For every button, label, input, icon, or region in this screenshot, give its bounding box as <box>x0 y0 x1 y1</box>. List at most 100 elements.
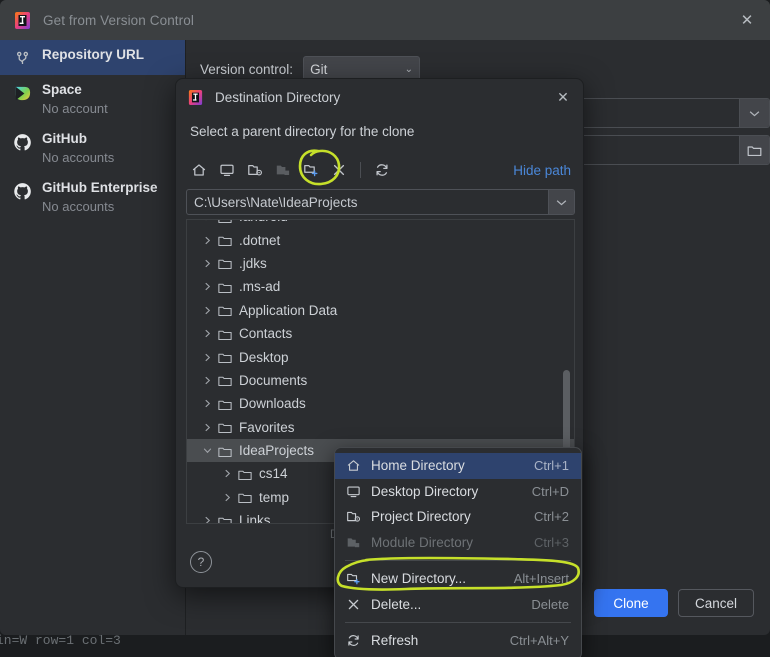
chevron-right-icon[interactable] <box>201 327 214 340</box>
menu-item-desktop-directory[interactable]: Desktop Directory Ctrl+D <box>335 479 581 505</box>
menu-item-home-directory[interactable]: Home Directory Ctrl+1 <box>335 453 581 479</box>
sidebar-item-label: Space <box>42 82 82 97</box>
cancel-button[interactable]: Cancel <box>677 589 754 617</box>
chevron-right-icon[interactable] <box>201 220 214 223</box>
refresh-icon[interactable] <box>369 157 395 183</box>
sidebar-item-github-enterprise[interactable]: GitHub Enterprise No accounts <box>0 173 185 222</box>
path-input[interactable]: C:\Users\Nate\IdeaProjects <box>186 189 575 215</box>
sidebar-item-github[interactable]: GitHub No accounts <box>0 124 185 173</box>
menu-separator <box>345 622 571 623</box>
folder-icon <box>218 374 232 387</box>
tree-row[interactable]: .jdks <box>187 252 574 275</box>
help-button[interactable]: ? <box>190 551 212 573</box>
chevron-down-icon[interactable] <box>739 99 769 127</box>
menu-item-delete[interactable]: Delete... Delete <box>335 592 581 618</box>
tree-row[interactable]: Documents <box>187 369 574 392</box>
folder-icon <box>218 445 232 457</box>
close-icon[interactable]: ✕ <box>555 89 571 105</box>
tree-row[interactable]: Application Data <box>187 299 574 322</box>
folder-icon <box>218 257 232 270</box>
clone-button[interactable]: Clone <box>593 589 668 617</box>
refresh-icon <box>345 633 361 649</box>
new-directory-icon[interactable] <box>298 157 324 183</box>
tree-row[interactable]: Contacts <box>187 322 574 345</box>
tree-row-label: .android <box>239 220 288 224</box>
chevron-right-icon[interactable] <box>201 280 214 293</box>
monitor-icon <box>345 483 361 499</box>
tree-row[interactable]: .android <box>187 220 574 228</box>
hide-path-link[interactable]: Hide path <box>513 163 575 178</box>
menu-item-shortcut: Ctrl+1 <box>533 458 569 474</box>
menu-item-shortcut: Ctrl+2 <box>533 509 569 525</box>
home-icon <box>345 458 361 474</box>
menu-item-label: Delete... <box>371 596 422 612</box>
project-folder-icon <box>345 509 361 525</box>
sidebar-item-label: GitHub Enterprise <box>42 180 158 196</box>
sidebar-item-sublabel: No account <box>42 100 108 116</box>
chevron-down-icon: ⌄ <box>404 63 414 75</box>
folder-icon <box>218 351 232 364</box>
chevron-right-icon[interactable] <box>201 514 214 523</box>
menu-item-label: New Directory... <box>371 571 467 587</box>
folder-icon <box>238 491 252 504</box>
intellij-idea-icon <box>188 89 203 106</box>
close-x-icon <box>345 596 361 612</box>
chevron-right-icon[interactable] <box>201 234 214 247</box>
git-branch-icon <box>12 48 32 68</box>
chevron-down-icon[interactable] <box>548 190 574 214</box>
folder-icon <box>218 328 232 340</box>
dialog-footer-buttons: Clone Cancel <box>593 589 754 617</box>
folder-icon <box>218 398 232 410</box>
menu-item-project-directory[interactable]: Project Directory Ctrl+2 <box>335 504 581 530</box>
folder-icon <box>238 468 252 480</box>
sidebar-item-label: GitHub <box>42 131 87 147</box>
close-icon[interactable]: ✕ <box>738 11 756 29</box>
menu-item-refresh[interactable]: Refresh Ctrl+Alt+Y <box>335 628 581 654</box>
sidebar-item-sublabel: No accounts <box>42 199 115 215</box>
tree-row[interactable]: .ms-ad <box>187 275 574 298</box>
project-directory-icon[interactable] <box>242 157 268 183</box>
menu-item-module-directory: Module Directory Ctrl+3 <box>335 530 581 556</box>
tree-row[interactable]: Desktop <box>187 345 574 368</box>
chevron-right-icon[interactable] <box>201 304 214 317</box>
home-directory-icon[interactable] <box>186 157 212 183</box>
desktop-directory-icon[interactable] <box>214 157 240 183</box>
chevron-right-icon[interactable] <box>201 397 214 410</box>
tree-row-label: IdeaProjects <box>239 443 315 459</box>
chevron-right-icon[interactable] <box>221 467 234 480</box>
chevron-right-icon[interactable] <box>221 491 234 504</box>
delete-icon[interactable] <box>326 157 352 183</box>
folder-icon[interactable] <box>739 136 769 164</box>
github-icon <box>12 181 32 201</box>
folder-icon <box>218 220 232 223</box>
tree-row-label: temp <box>259 489 290 505</box>
chevron-right-icon[interactable] <box>201 257 214 270</box>
path-value: C:\Users\Nate\IdeaProjects <box>194 194 358 210</box>
chevron-right-icon[interactable] <box>201 421 214 434</box>
tree-row-label: Desktop <box>239 349 289 365</box>
screen-root: ir-E row=1 col=5 in=W row=1 col=3 <box>0 0 770 657</box>
folder-icon <box>218 421 232 434</box>
menu-item-shortcut: Alt+Insert <box>513 571 569 587</box>
folder-icon <box>218 281 232 293</box>
sidebar-item-label: Repository URL <box>42 47 145 62</box>
sidebar-item-sublabel: No accounts <box>42 150 115 165</box>
tree-row-label: Documents <box>239 372 308 388</box>
dialog-subtitle: Select a parent directory for the clone <box>190 124 415 139</box>
window-titlebar: Get from Version Control ✕ <box>0 0 770 40</box>
tree-row-label: Links <box>239 513 271 524</box>
menu-separator <box>345 560 571 561</box>
chevron-right-icon[interactable] <box>201 374 214 387</box>
dialog-toolbar: Hide path <box>186 155 575 185</box>
intellij-idea-icon <box>14 11 31 30</box>
sidebar-item-repository-url[interactable]: Repository URL <box>0 40 185 75</box>
tree-row[interactable]: .dotnet <box>187 228 574 251</box>
sidebar-item-space[interactable]: Space No account <box>0 75 185 124</box>
menu-item-new-directory[interactable]: New Directory... Alt+Insert <box>335 566 581 592</box>
tree-row[interactable]: Downloads <box>187 392 574 415</box>
folder-icon <box>218 304 232 317</box>
chevron-right-icon[interactable] <box>201 351 214 364</box>
directory-context-menu: Home Directory Ctrl+1 Desktop Directory Ctr… <box>334 447 582 657</box>
tree-row[interactable]: Favorites <box>187 416 574 439</box>
chevron-down-icon[interactable] <box>201 444 214 457</box>
